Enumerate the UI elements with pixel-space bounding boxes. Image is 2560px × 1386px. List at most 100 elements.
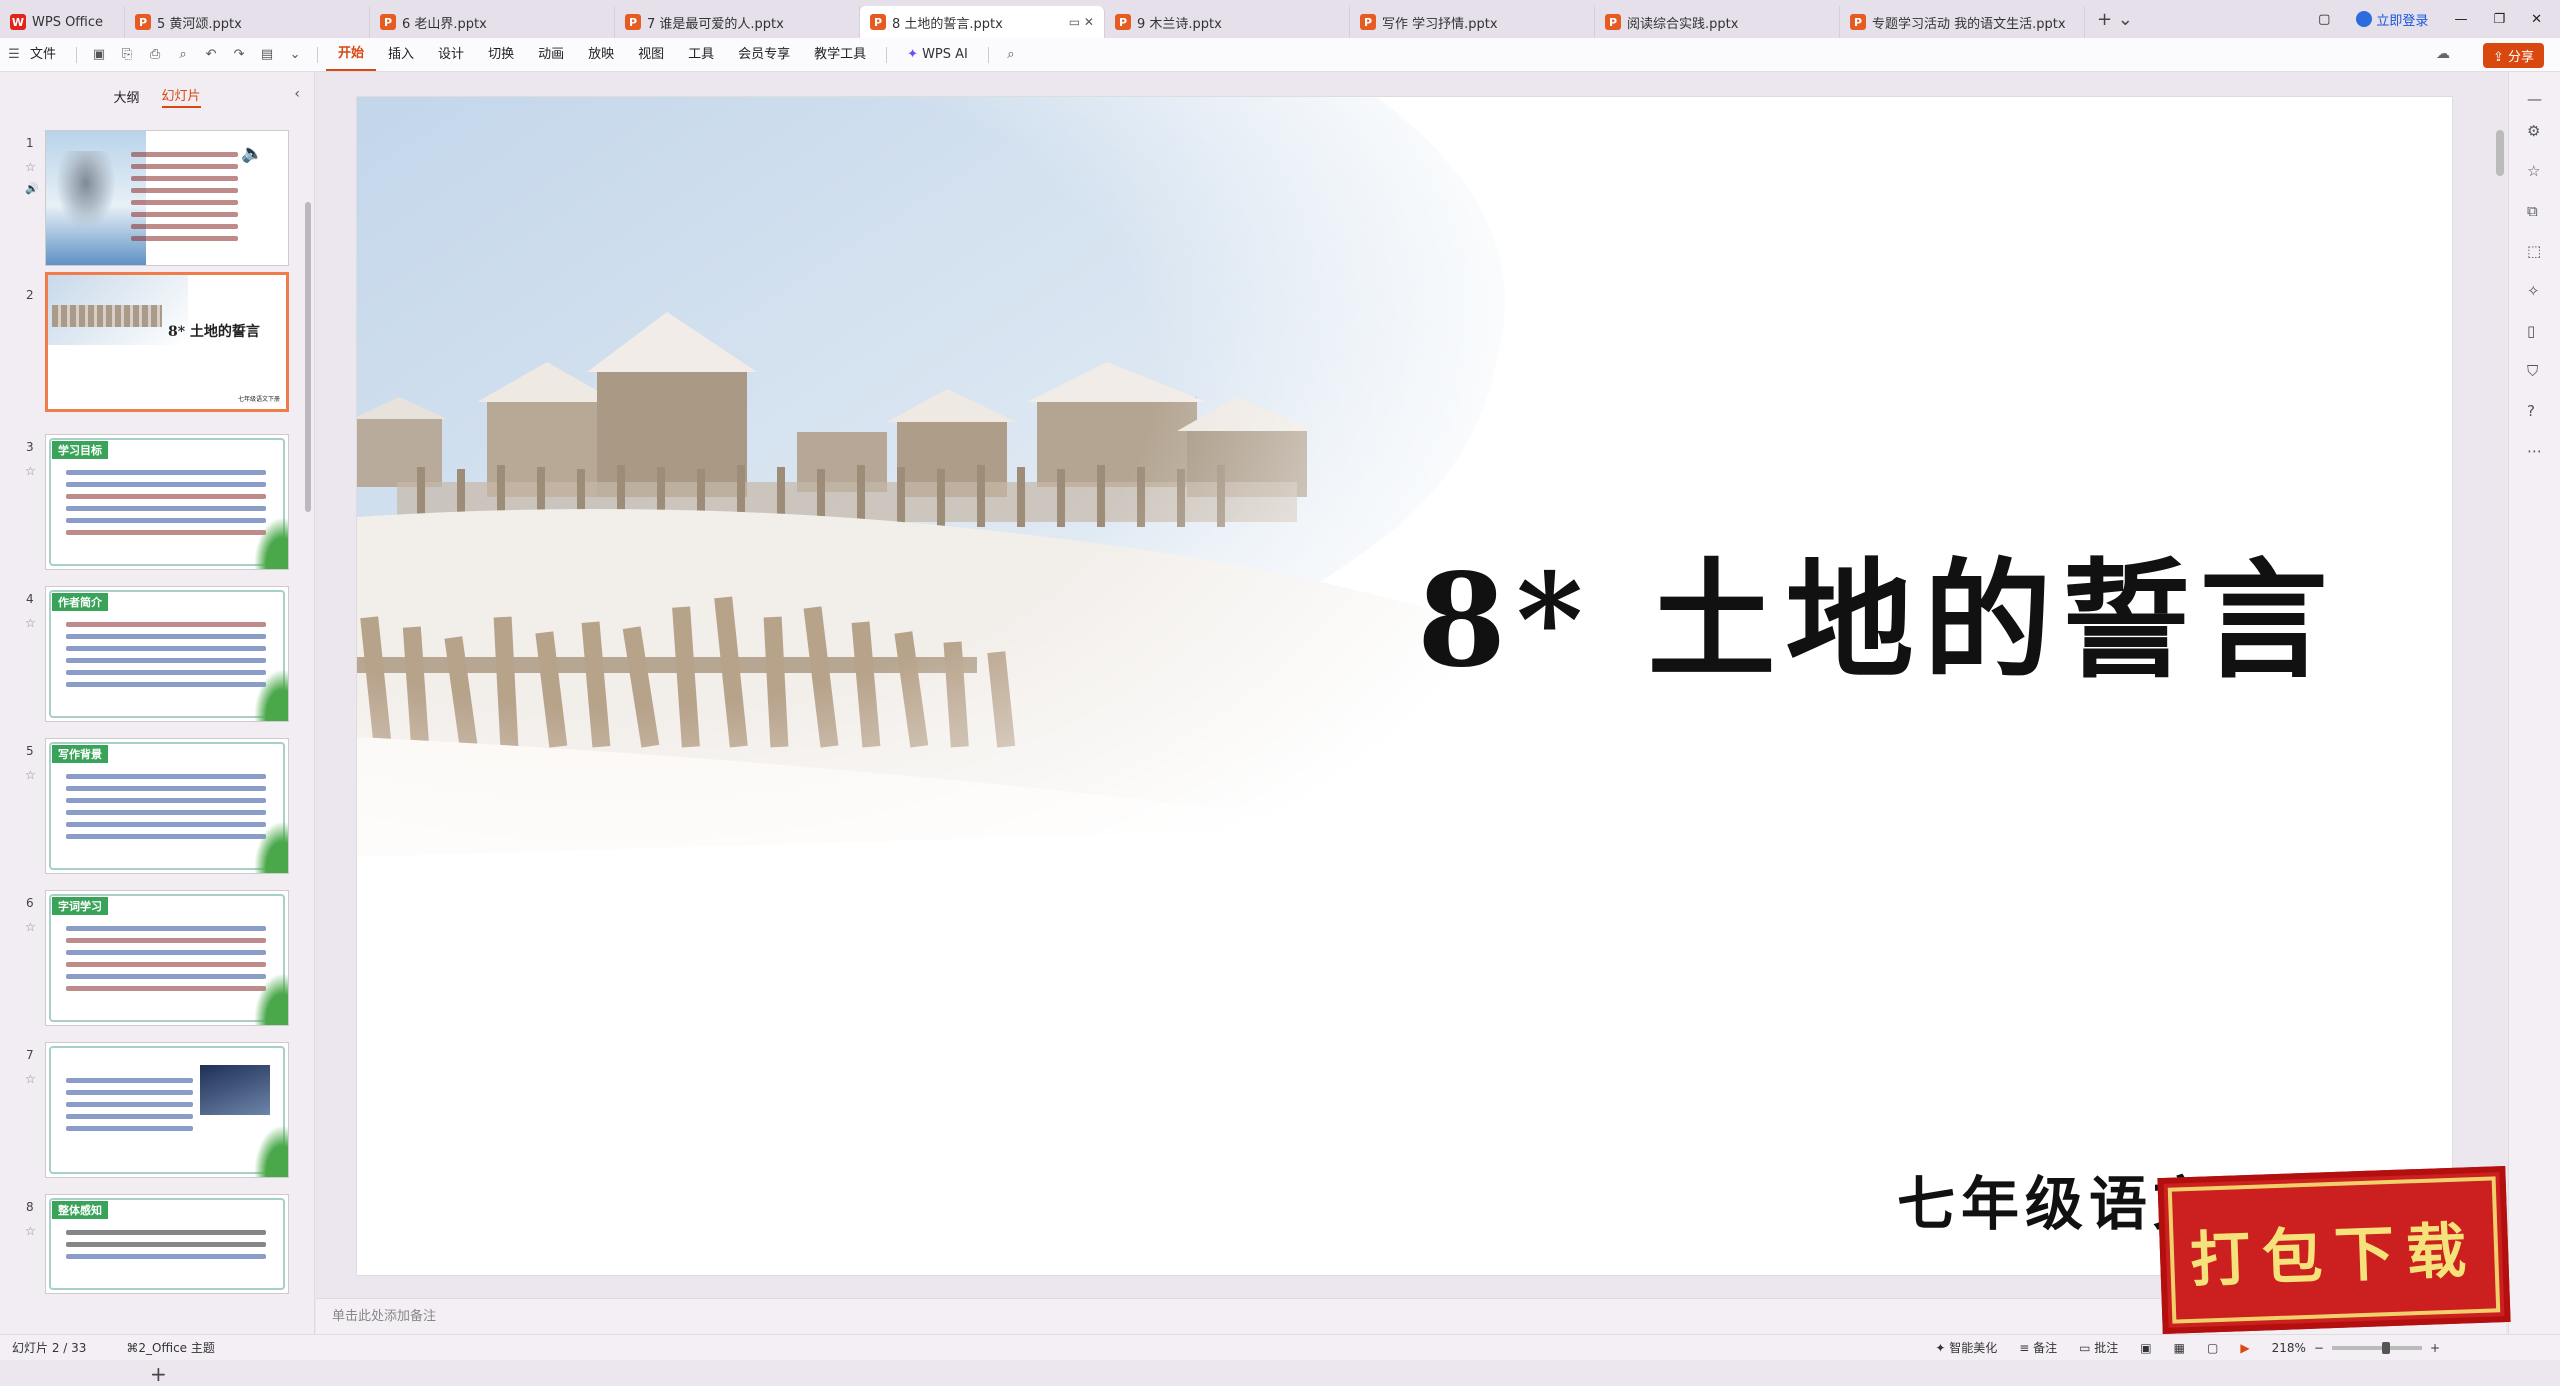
chevron-left-icon[interactable]: ‹ <box>294 86 300 102</box>
export-icon[interactable]: ⎘ <box>119 47 135 63</box>
tab-slides[interactable]: 幻灯片 <box>161 85 201 108</box>
shirt-icon[interactable]: ⛉ <box>2527 362 2538 380</box>
zoom-out-icon[interactable]: − <box>2314 1341 2324 1355</box>
tab-file[interactable]: P 阅读综合实践.pptx <box>1595 6 1840 38</box>
new-tab-icon[interactable]: + ⌄ <box>2085 9 2145 38</box>
slide-thumb-row[interactable]: 4 ☆ 作者简介 <box>0 586 300 726</box>
star-icon[interactable]: ☆ <box>25 920 36 934</box>
tab-wps-home[interactable]: W WPS Office <box>0 6 125 38</box>
zoom-control[interactable]: 218% − + <box>2272 1341 2440 1355</box>
magic-icon[interactable]: ✧ <box>2527 282 2540 300</box>
slide-thumbnail[interactable]: 作者简介 <box>45 586 289 722</box>
star-icon[interactable]: ☆ <box>25 1224 36 1238</box>
zoom-in-icon[interactable]: + <box>2430 1341 2440 1355</box>
smart-beautify-button[interactable]: ✦ 智能美化 <box>1935 1339 1997 1356</box>
slide-thumb-row[interactable]: 1 ☆ 🔊 🔈 <box>0 130 300 270</box>
layout-icon[interactable]: ▢ <box>2318 12 2330 27</box>
zoom-slider[interactable] <box>2331 1341 2422 1354</box>
cloud-icon[interactable]: ☁ <box>2436 46 2450 62</box>
ai-icon: ✦ <box>907 47 919 62</box>
book-icon[interactable]: ▯ <box>2527 322 2535 340</box>
star-icon[interactable]: ☆ <box>25 1072 36 1086</box>
hamburger-icon[interactable]: ☰ <box>6 47 22 63</box>
menu-tools[interactable]: 工具 <box>676 38 726 72</box>
slide-thumbnail-selected[interactable]: 8* 土地的誓言 七年级语文下册 <box>45 272 289 412</box>
menu-insert[interactable]: 插入 <box>376 38 426 72</box>
add-slide-button[interactable]: + <box>150 1362 167 1386</box>
share-button[interactable]: ⇪ 分享 <box>2482 43 2544 68</box>
menu-animation[interactable]: 动画 <box>526 38 576 72</box>
normal-view-icon[interactable]: ▣ <box>2140 1341 2151 1355</box>
menu-teaching[interactable]: 教学工具 <box>802 38 878 72</box>
wps-logo-icon: W <box>10 14 26 30</box>
ribbon-menu: ☰ 文件 ▣ ⎘ ⎙ ⌕ ↶ ↷ ▤ ⌄ 开始 插入 设计 切换 动画 放映 视… <box>0 38 2560 72</box>
wps-ai-button[interactable]: ✦ WPS AI <box>895 47 980 62</box>
print-icon[interactable]: ⎙ <box>147 47 163 63</box>
menu-member[interactable]: 会员专享 <box>726 38 802 72</box>
current-slide[interactable]: 8* 土地的誓言 七年级语文下册 <box>356 96 2453 1276</box>
close-icon[interactable]: ▭ ✕ <box>1069 15 1094 29</box>
close-window-icon[interactable]: ✕ <box>2531 12 2542 27</box>
adjust-icon[interactable]: ⚙ <box>2527 122 2540 140</box>
slide-title[interactable]: 8* 土地的誓言 <box>1417 517 2338 702</box>
star-icon[interactable]: ☆ <box>2527 162 2540 180</box>
restore-icon[interactable]: ❐ <box>2493 12 2505 27</box>
slide-thumb-row[interactable]: 5 ☆ 写作背景 <box>0 738 300 878</box>
preview-icon[interactable]: ⌕ <box>175 47 191 63</box>
login-label: 立即登录 <box>2376 13 2429 29</box>
tab-file[interactable]: P 6 老山界.pptx <box>370 6 615 38</box>
notes-button[interactable]: ≡ 备注 <box>2019 1339 2057 1356</box>
tab-file[interactable]: P 写作 学习抒情.pptx <box>1350 6 1595 38</box>
tab-outline[interactable]: 大纲 <box>113 87 139 106</box>
text-lines <box>131 145 238 248</box>
undo-icon[interactable]: ↶ <box>203 47 219 63</box>
slide-thumbnail[interactable]: 🔈 <box>45 130 289 266</box>
star-icon[interactable]: ☆ <box>25 464 36 478</box>
help-icon[interactable]: ? <box>2527 402 2535 420</box>
tab-file[interactable]: P 7 谁是最可爱的人.pptx <box>615 6 860 38</box>
tab-file[interactable]: P 9 木兰诗.pptx <box>1105 6 1350 38</box>
minimize-icon[interactable]: — <box>2454 12 2467 27</box>
transform-icon[interactable]: ⬚ <box>2527 242 2541 260</box>
slide-thumb-row[interactable]: 2 8* 土地的誓言 七年级语文下册 <box>0 272 300 422</box>
star-icon[interactable]: ☆ <box>25 768 36 782</box>
thumb-heading: 作者简介 <box>52 593 108 611</box>
tab-file[interactable]: P 专题学习活动 我的语文生活.pptx <box>1840 6 2085 38</box>
menu-slideshow[interactable]: 放映 <box>576 38 626 72</box>
play-icon[interactable]: ▶ <box>2240 1341 2249 1355</box>
divider <box>76 46 78 63</box>
slide-thumb-row[interactable]: 8 ☆ 整体感知 <box>0 1194 300 1334</box>
reading-view-icon[interactable]: ▢ <box>2207 1341 2218 1355</box>
slide-thumbnail[interactable]: 写作背景 <box>45 738 289 874</box>
chevron-down-icon[interactable]: ⌄ <box>287 47 303 63</box>
canvas-scrollbar[interactable] <box>2496 130 2504 176</box>
menu-view[interactable]: 视图 <box>626 38 676 72</box>
grid-view-icon[interactable]: ▦ <box>2174 1341 2185 1355</box>
tab-file[interactable]: P 5 黄河颂.pptx <box>125 6 370 38</box>
minimize-panel-icon[interactable]: — <box>2527 90 2542 108</box>
format-icon[interactable]: ▤ <box>259 47 275 63</box>
menu-file[interactable]: 文件 <box>28 38 68 72</box>
slide-thumbnail[interactable]: 学习目标 <box>45 434 289 570</box>
search-icon[interactable]: ⌕ <box>1003 47 1019 63</box>
menu-home[interactable]: 开始 <box>326 39 377 71</box>
save-icon[interactable]: ▣ <box>91 47 107 63</box>
star-icon[interactable]: ☆ <box>25 160 36 174</box>
panel-scrollbar[interactable] <box>305 202 311 512</box>
slide-thumb-row[interactable]: 3 ☆ 学习目标 <box>0 434 300 574</box>
login-button[interactable]: 立即登录 <box>2356 10 2428 29</box>
slide-thumb-row[interactable]: 6 ☆ 字词学习 <box>0 890 300 1030</box>
more-icon[interactable]: ⋯ <box>2527 442 2542 460</box>
slide-thumbnail[interactable] <box>45 1042 289 1178</box>
redo-icon[interactable]: ↷ <box>231 47 247 63</box>
slide-thumbnail[interactable]: 字词学习 <box>45 890 289 1026</box>
comments-button[interactable]: ▭ 批注 <box>2079 1339 2118 1356</box>
menu-design[interactable]: 设计 <box>426 38 476 72</box>
slide-thumbnail[interactable]: 整体感知 <box>45 1194 289 1294</box>
star-icon[interactable]: ☆ <box>25 616 36 630</box>
copy-icon[interactable]: ⧉ <box>2527 202 2538 220</box>
theme-name[interactable]: 2_Office 主题 <box>138 1339 214 1356</box>
menu-transition[interactable]: 切换 <box>476 38 526 72</box>
tab-file-active[interactable]: P 8 土地的誓言.pptx ▭ ✕ <box>860 6 1105 38</box>
slide-thumb-row[interactable]: 7 ☆ <box>0 1042 300 1182</box>
